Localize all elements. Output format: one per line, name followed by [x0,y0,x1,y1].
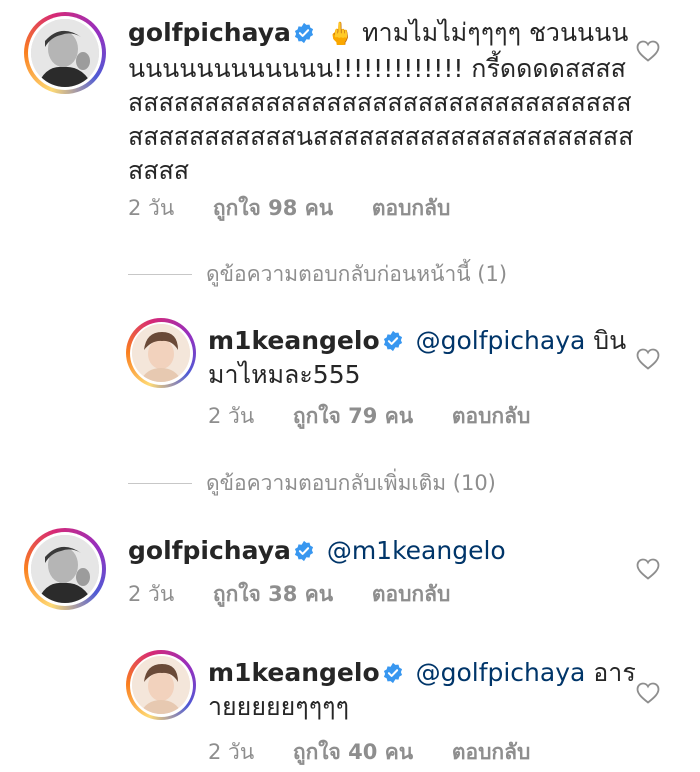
username[interactable]: m1keangelo [208,326,380,355]
reply-m1keangelo-2: m1keangelo @golfpichaya อารายยยยยๆๆๆๆ 2 … [0,642,700,772]
like-count[interactable]: ถูกใจ 98 คน [213,196,333,220]
divider-line [128,274,192,275]
avatar-m1keangelo[interactable] [126,650,196,720]
heart-outline-icon[interactable] [636,348,660,370]
view-previous-replies-label: ดูข้อความตอบกลับก่อนหน้านี้ (1) [206,262,508,286]
verified-badge-icon [383,330,402,352]
avatar-golfpichaya[interactable] [24,528,106,610]
mention-link[interactable]: @m1keangelo [327,536,506,565]
comment-meta: 2 วัน ถูกใจ 40 คน ตอบกลับ [208,736,562,769]
comment-body: golfpichaya 🖕 ทามไมไม่ๆๆๆๆ ชวนนนนนนนนนนน… [128,16,640,188]
avatar-photo [31,19,99,87]
like-count[interactable]: ถูกใจ 38 คน [213,582,333,606]
like-count[interactable]: ถูกใจ 40 คน [293,740,413,764]
comment-golfpichaya-2: golfpichaya @m1keangelo 2 วัน ถูกใจ 38 ค… [0,520,700,620]
reply-m1keangelo-1: m1keangelo @golfpichaya บินมาไหมละ555 2 … [0,310,700,440]
like-count[interactable]: ถูกใจ 79 คน [293,404,413,428]
emoji: 🖕 [326,22,355,47]
comment-golfpichaya-1: golfpichaya 🖕 ทามไมไม่ๆๆๆๆ ชวนนนนนนนนนนน… [0,0,700,230]
verified-badge-icon [294,540,313,562]
username[interactable]: m1keangelo [208,658,380,687]
comment-body: m1keangelo @golfpichaya อารายยยยยๆๆๆๆ [208,656,640,724]
heart-outline-icon[interactable] [636,682,660,704]
avatar-photo [132,324,190,382]
reply-button[interactable]: ตอบกลับ [372,196,451,220]
comment-body: m1keangelo @golfpichaya บินมาไหมละ555 [208,324,640,392]
comment-body: golfpichaya @m1keangelo [128,534,640,568]
mention-link[interactable]: @golfpichaya [416,658,586,687]
heart-outline-icon[interactable] [636,558,660,580]
username[interactable]: golfpichaya [128,536,291,565]
view-more-replies[interactable]: ดูข้อความตอบกลับเพิ่มเติม (10) [128,467,496,500]
avatar-m1keangelo[interactable] [126,318,196,388]
heart-outline-icon[interactable] [636,40,660,62]
divider-line [128,483,192,484]
timestamp: 2 วัน [208,740,255,764]
verified-badge-icon [383,662,402,684]
timestamp: 2 วัน [208,404,255,428]
reply-button[interactable]: ตอบกลับ [452,740,531,764]
timestamp: 2 วัน [128,196,175,220]
avatar-photo [132,656,190,714]
mention-link[interactable]: @golfpichaya [416,326,586,355]
reply-button[interactable]: ตอบกลับ [372,582,451,606]
reply-button[interactable]: ตอบกลับ [452,404,531,428]
comment-meta: 2 วัน ถูกใจ 79 คน ตอบกลับ [208,400,562,433]
view-more-replies-label: ดูข้อความตอบกลับเพิ่มเติม (10) [206,471,496,495]
username[interactable]: golfpichaya [128,18,291,47]
avatar-photo [31,535,99,603]
verified-badge-icon [294,22,313,44]
avatar-golfpichaya[interactable] [24,12,106,94]
view-previous-replies[interactable]: ดูข้อความตอบกลับก่อนหน้านี้ (1) [128,258,507,291]
comment-meta: 2 วัน ถูกใจ 38 คน ตอบกลับ [128,578,482,611]
comment-meta: 2 วัน ถูกใจ 98 คน ตอบกลับ [128,192,482,225]
timestamp: 2 วัน [128,582,175,606]
